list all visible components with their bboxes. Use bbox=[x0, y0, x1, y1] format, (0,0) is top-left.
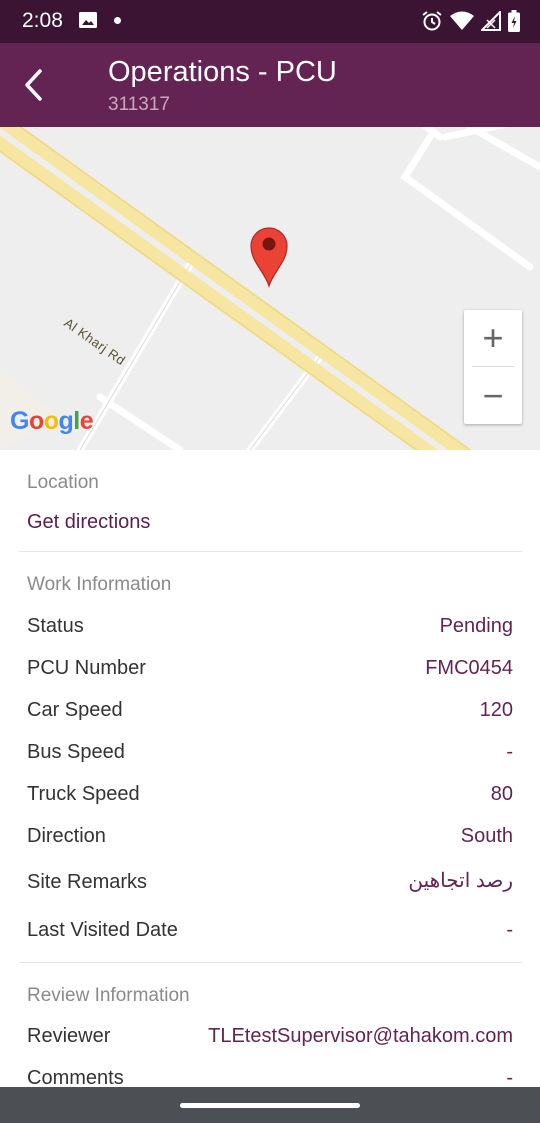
status-bar: 2:08 bbox=[0, 0, 540, 43]
notification-dot-icon bbox=[114, 17, 121, 24]
row-label: Last Visited Date bbox=[27, 919, 178, 941]
status-time: 2:08 bbox=[22, 9, 63, 32]
section-divider bbox=[19, 962, 522, 963]
wifi-icon bbox=[450, 11, 474, 30]
row-label: Site Remarks bbox=[27, 871, 148, 893]
work-information-heading: Work Information bbox=[27, 574, 172, 595]
row-value: FMC0454 bbox=[425, 657, 513, 679]
row-label: Direction bbox=[27, 825, 106, 847]
logo-letter: g bbox=[58, 407, 74, 435]
page-subtitle: 311317 bbox=[108, 94, 170, 115]
row-value: South bbox=[460, 825, 513, 847]
row-label: PCU Number bbox=[27, 657, 146, 679]
row-value: رصد اتجاهين bbox=[408, 870, 513, 892]
google-logo: Google bbox=[10, 407, 94, 436]
image-icon bbox=[79, 12, 97, 28]
row-value: - bbox=[506, 741, 513, 763]
logo-letter: o bbox=[28, 407, 44, 435]
row-status: Status Pending bbox=[27, 615, 513, 645]
row-value: Pending bbox=[439, 615, 513, 637]
zoom-out-button[interactable]: − bbox=[464, 368, 522, 424]
row-label: Reviewer bbox=[27, 1025, 111, 1047]
logo-letter: e bbox=[79, 407, 94, 435]
row-pcu-number: PCU Number FMC0454 bbox=[27, 657, 513, 687]
row-label: Status bbox=[27, 615, 84, 637]
logo-letter: o bbox=[43, 407, 59, 435]
row-car-speed: Car Speed 120 bbox=[27, 699, 513, 729]
system-navigation-bar bbox=[0, 1087, 540, 1123]
location-heading: Location bbox=[27, 472, 99, 493]
page-title: Operations - PCU bbox=[108, 56, 337, 88]
row-bus-speed: Bus Speed - bbox=[27, 741, 513, 771]
row-value: TLEtestSupervisor@tahakom.com bbox=[208, 1025, 513, 1047]
signal-icon bbox=[481, 11, 501, 31]
row-reviewer: Reviewer TLEtestSupervisor@tahakom.com bbox=[27, 1025, 513, 1055]
logo-letter: G bbox=[10, 407, 29, 435]
row-value: 80 bbox=[490, 783, 513, 805]
get-directions-link[interactable]: Get directions bbox=[27, 511, 150, 534]
row-direction: Direction South bbox=[27, 825, 513, 855]
app-bar: Operations - PCU 311317 bbox=[0, 43, 540, 127]
battery-icon bbox=[508, 10, 520, 32]
home-gesture-handle[interactable] bbox=[180, 1103, 360, 1108]
zoom-divider bbox=[472, 366, 514, 367]
review-information-heading: Review Information bbox=[27, 985, 190, 1006]
row-last-visited-date: Last Visited Date - bbox=[27, 919, 513, 949]
row-label: Truck Speed bbox=[27, 783, 140, 805]
row-value: 120 bbox=[479, 699, 513, 721]
row-label: Bus Speed bbox=[27, 741, 125, 763]
zoom-controls: + − bbox=[464, 310, 522, 424]
map-roads bbox=[0, 127, 540, 450]
row-site-remarks: Site Remarks رصد اتجاهين bbox=[27, 870, 513, 901]
row-label: Car Speed bbox=[27, 699, 123, 721]
map-pin-icon[interactable] bbox=[249, 226, 289, 288]
row-truck-speed: Truck Speed 80 bbox=[27, 783, 513, 813]
arrow-back-icon[interactable] bbox=[20, 67, 48, 103]
alarm-icon bbox=[422, 11, 442, 31]
map-view[interactable]: Al Kharj Rd + − Google bbox=[0, 127, 540, 450]
zoom-in-button[interactable]: + bbox=[464, 310, 522, 366]
section-divider bbox=[19, 551, 522, 552]
row-value: - bbox=[506, 919, 513, 941]
